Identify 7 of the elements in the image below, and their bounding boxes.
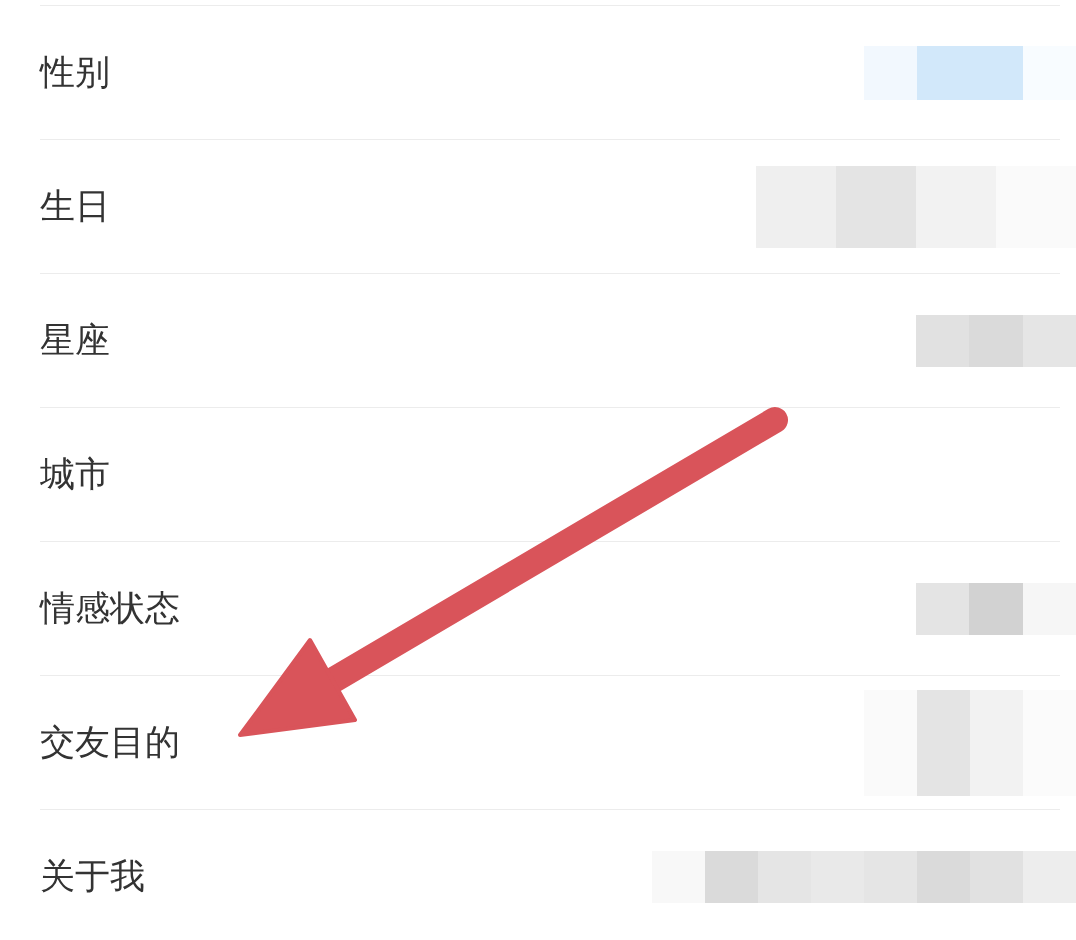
row-label: 关于我	[40, 855, 145, 898]
row-label: 星座	[40, 319, 110, 362]
row-label: 生日	[40, 185, 110, 228]
row-label: 城市	[40, 453, 110, 496]
row-label: 交友目的	[40, 721, 180, 764]
row-label: 情感状态	[40, 587, 180, 630]
row-label: 性别	[40, 51, 110, 94]
